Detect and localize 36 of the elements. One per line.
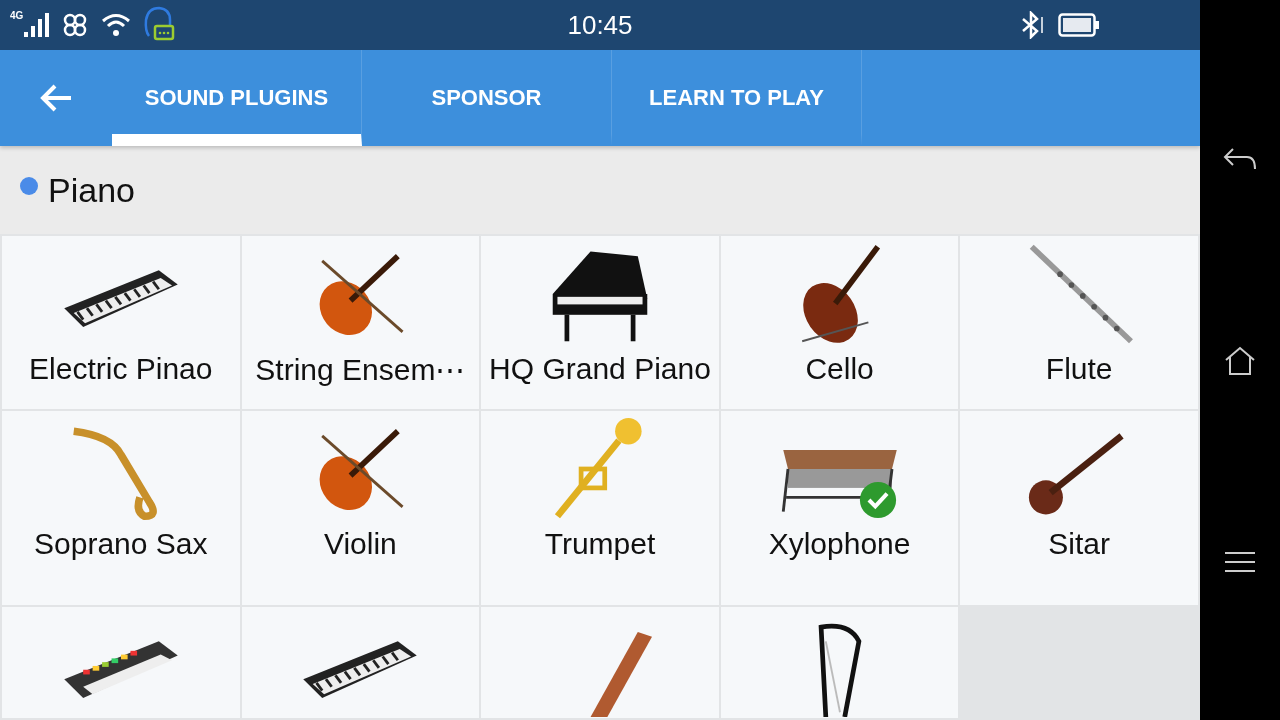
instrument-label: String Ensem⋯: [255, 352, 466, 387]
menu-icon[interactable]: [1224, 550, 1256, 573]
instrument-tile[interactable]: String Ensem⋯: [241, 236, 480, 409]
signal-icon: [23, 12, 50, 38]
section-title: Piano: [48, 170, 135, 210]
instrument-tile[interactable]: Xylophone: [720, 411, 959, 605]
instrument-label: Soprano Sax: [34, 527, 208, 561]
instrument-tile[interactable]: [2, 607, 240, 718]
instrument-tile[interactable]: [241, 607, 480, 718]
instrument-tile[interactable]: HQ Grand Piano: [481, 236, 719, 409]
instrument-tile[interactable]: [481, 607, 719, 718]
instrument-label: Xylophone: [768, 527, 911, 561]
instrument-tile[interactable]: Soprano Sax: [2, 411, 240, 605]
instrument-tile[interactable]: Electric Pinao: [2, 236, 240, 409]
instrument-tile[interactable]: Violin: [241, 411, 480, 605]
back-icon[interactable]: [1223, 147, 1257, 172]
clock-time: 10:45: [567, 9, 633, 41]
bluetooth-icon: [1020, 11, 1046, 39]
instrument-tile[interactable]: [720, 607, 959, 718]
instrument-label: HQ Grand Piano: [489, 352, 711, 386]
instrument-tile[interactable]: Sitar: [960, 411, 1198, 605]
back-arrow-icon: [39, 83, 73, 113]
instrument-label: Cello: [805, 352, 874, 386]
battery-icon: [1058, 13, 1100, 37]
instrument-label: Electric Pinao: [29, 352, 213, 386]
check-icon: [858, 481, 897, 519]
instrument-tile[interactable]: Trumpet: [481, 411, 719, 605]
wifi-icon: [101, 12, 132, 38]
instrument-tile[interactable]: Cello: [720, 236, 959, 409]
instrument-label: Flute: [1045, 352, 1113, 386]
network-type: 4G: [10, 10, 24, 21]
instrument-label: Violin: [323, 527, 397, 561]
instrument-label: Sitar: [1048, 527, 1111, 561]
instrument-label: Trumpet: [544, 527, 656, 561]
home-icon[interactable]: [1224, 346, 1256, 376]
instrument-tile[interactable]: Flute: [960, 236, 1198, 409]
